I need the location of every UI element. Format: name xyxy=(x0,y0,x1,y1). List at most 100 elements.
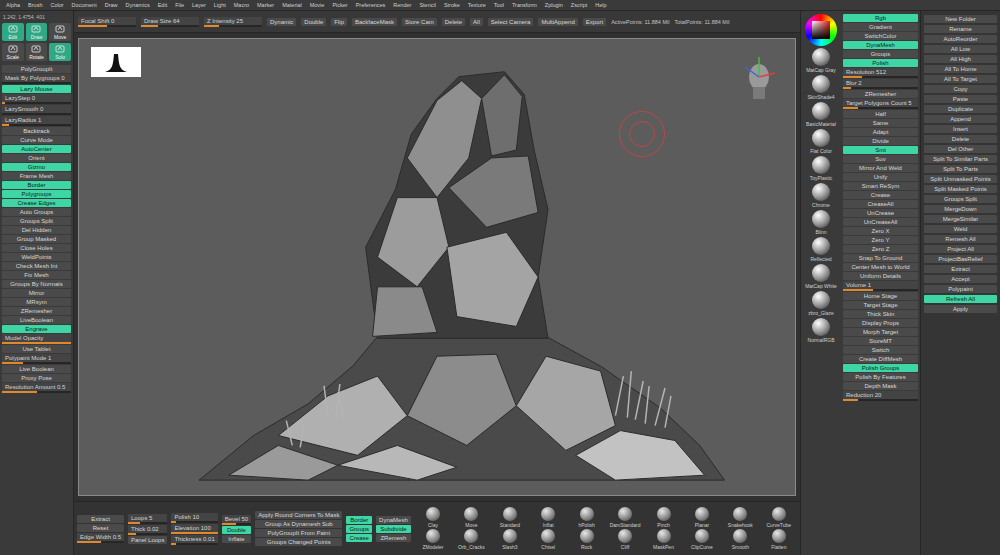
left-panel-button[interactable]: Group Masked xyxy=(2,235,71,243)
menu-item[interactable]: Transform xyxy=(512,2,537,8)
subtool-button[interactable]: Split To Similar Parts xyxy=(924,155,997,163)
bottom-button[interactable]: Group As Dynamesh Sub xyxy=(255,520,342,528)
menu-item[interactable]: Marker xyxy=(257,2,274,8)
left-panel-button[interactable]: Groups Split xyxy=(2,217,71,225)
subtool-button[interactable]: Groups Split xyxy=(924,195,997,203)
menu-item[interactable]: Help xyxy=(595,2,606,8)
geometry-button[interactable]: Polish Groups xyxy=(843,364,918,372)
subtool-button[interactable]: Duplicate xyxy=(924,105,997,113)
bottom-button[interactable]: Reset xyxy=(77,524,124,532)
left-panel-button[interactable]: Orient xyxy=(2,154,71,162)
subtool-button[interactable]: Split Masked Points xyxy=(924,185,997,193)
subtool-button[interactable]: Copy xyxy=(924,85,997,93)
menu-item[interactable]: Light xyxy=(214,2,226,8)
menu-item[interactable]: Tool xyxy=(494,2,504,8)
toolbar-button[interactable]: Store Cam xyxy=(402,18,437,26)
brush-item[interactable]: ZModeler xyxy=(415,529,451,550)
brush-item[interactable]: Flatten xyxy=(761,529,797,550)
geometry-button[interactable]: Switch xyxy=(843,346,918,354)
geometry-button[interactable]: Center Mesh to World xyxy=(843,263,918,271)
material-item[interactable]: MatCap Gray xyxy=(806,48,836,73)
subtool-button[interactable]: Paste xyxy=(924,95,997,103)
bottom-button[interactable]: DynaMesh xyxy=(376,516,411,524)
geometry-button[interactable]: Home Stage xyxy=(843,292,918,300)
subtool-button[interactable]: Accept xyxy=(924,275,997,283)
left-panel-button[interactable]: ZRemesher xyxy=(2,307,71,315)
brush-item[interactable]: Inflat xyxy=(530,507,566,528)
bottom-slider[interactable]: Elevation 100 xyxy=(171,524,217,534)
left-panel-slider[interactable]: LazyStep 0 xyxy=(2,94,71,104)
geometry-button[interactable]: CreaseAll xyxy=(843,200,918,208)
brush-item[interactable]: hPolish xyxy=(568,507,604,528)
geometry-button[interactable]: Zero Z xyxy=(843,245,918,253)
tool-button[interactable]: Rotate xyxy=(26,43,48,61)
toolbar-button[interactable]: Dynamic xyxy=(267,18,296,26)
subtool-button[interactable]: Split To Parts xyxy=(924,165,997,173)
menu-item[interactable]: Stencil xyxy=(419,2,436,8)
subtool-button[interactable]: Insert xyxy=(924,125,997,133)
left-panel-button[interactable]: Mirror xyxy=(2,289,71,297)
geometry-button[interactable]: ZRemesher xyxy=(843,90,918,98)
left-panel-button[interactable]: Lazy Mouse xyxy=(2,85,71,93)
bottom-button[interactable]: Extract xyxy=(77,515,124,523)
menu-item[interactable]: Picker xyxy=(332,2,347,8)
menu-item[interactable]: Brush xyxy=(28,2,42,8)
left-panel-button[interactable]: Check Mesh Int xyxy=(2,262,71,270)
brush-item[interactable]: Orb_Cracks xyxy=(453,529,489,550)
subtool-button[interactable]: All High xyxy=(924,55,997,63)
color-square[interactable] xyxy=(812,21,830,39)
left-panel-button[interactable]: MRsym xyxy=(2,298,71,306)
left-panel-button[interactable]: Polygroups xyxy=(2,190,71,198)
toolbar-button[interactable]: Flip xyxy=(331,18,347,26)
left-panel-button[interactable]: Fix Mesh xyxy=(2,271,71,279)
brush-item[interactable]: Rock xyxy=(568,529,604,550)
geometry-button[interactable]: Snap To Ground xyxy=(843,254,918,262)
geometry-button[interactable]: UnCrease xyxy=(843,209,918,217)
menu-item[interactable]: Stroke xyxy=(444,2,460,8)
toolbar-button[interactable]: Double xyxy=(301,18,326,26)
geometry-button[interactable]: Half xyxy=(843,110,918,118)
left-panel-button[interactable]: AutoCenter xyxy=(2,145,71,153)
subtool-button[interactable]: Del Other xyxy=(924,145,997,153)
subtool-button[interactable]: New Folder xyxy=(924,15,997,23)
bottom-button[interactable]: Crease xyxy=(346,534,372,542)
subtool-button[interactable]: AutoReorder xyxy=(924,35,997,43)
subtool-button[interactable]: Remesh All xyxy=(924,235,997,243)
menu-item[interactable]: Movie xyxy=(310,2,325,8)
geometry-button[interactable]: Divide xyxy=(843,137,918,145)
menu-item[interactable]: Dynamics xyxy=(126,2,150,8)
canvas[interactable] xyxy=(78,38,796,496)
left-panel-button[interactable]: PolyGroupIt xyxy=(2,65,71,73)
subtool-button[interactable]: Split Unmasked Points xyxy=(924,175,997,183)
left-panel-button[interactable]: Use Tablet xyxy=(2,345,71,353)
geometry-slider[interactable]: Blur 2 xyxy=(843,79,918,89)
bottom-slider[interactable]: Edge Width 0.5 xyxy=(77,533,124,543)
geometry-button[interactable]: Gradient xyxy=(843,23,918,31)
left-panel-button[interactable]: Auto Groups xyxy=(2,208,71,216)
brush-item[interactable]: Snakehook xyxy=(722,507,758,528)
bottom-button[interactable]: Border xyxy=(346,516,372,524)
geometry-slider[interactable]: Resolution 512 xyxy=(843,68,918,78)
geometry-button[interactable]: Thick Skin xyxy=(843,310,918,318)
left-panel-button[interactable]: Frame Mesh xyxy=(2,172,71,180)
brush-item[interactable]: Move xyxy=(453,507,489,528)
subtool-button[interactable]: All To Home xyxy=(924,65,997,73)
bottom-button[interactable]: ZRemesh xyxy=(376,534,411,542)
left-panel-button[interactable]: Border xyxy=(2,181,71,189)
material-item[interactable]: Chrome xyxy=(812,183,830,208)
menu-item[interactable]: Texture xyxy=(468,2,486,8)
menu-item[interactable]: Document xyxy=(72,2,97,8)
left-panel-button[interactable]: Del Hidden xyxy=(2,226,71,234)
left-panel-button[interactable]: Engrave xyxy=(2,325,71,333)
geometry-button[interactable]: Uniform Details xyxy=(843,272,918,280)
bottom-slider[interactable]: Bevel 50 xyxy=(222,515,251,525)
geometry-button[interactable]: Morph Target xyxy=(843,328,918,336)
bottom-slider[interactable]: Thick 0.02 xyxy=(128,525,167,535)
menu-item[interactable]: Macro xyxy=(234,2,249,8)
left-panel-slider[interactable]: LazySmooth 0 xyxy=(2,105,71,115)
brush-item[interactable]: Pinch xyxy=(645,507,681,528)
navigation-head-icon[interactable] xyxy=(737,53,781,103)
menu-item[interactable]: Zplugin xyxy=(545,2,563,8)
brush-item[interactable]: Chisel xyxy=(530,529,566,550)
subtool-button[interactable]: Extract xyxy=(924,265,997,273)
